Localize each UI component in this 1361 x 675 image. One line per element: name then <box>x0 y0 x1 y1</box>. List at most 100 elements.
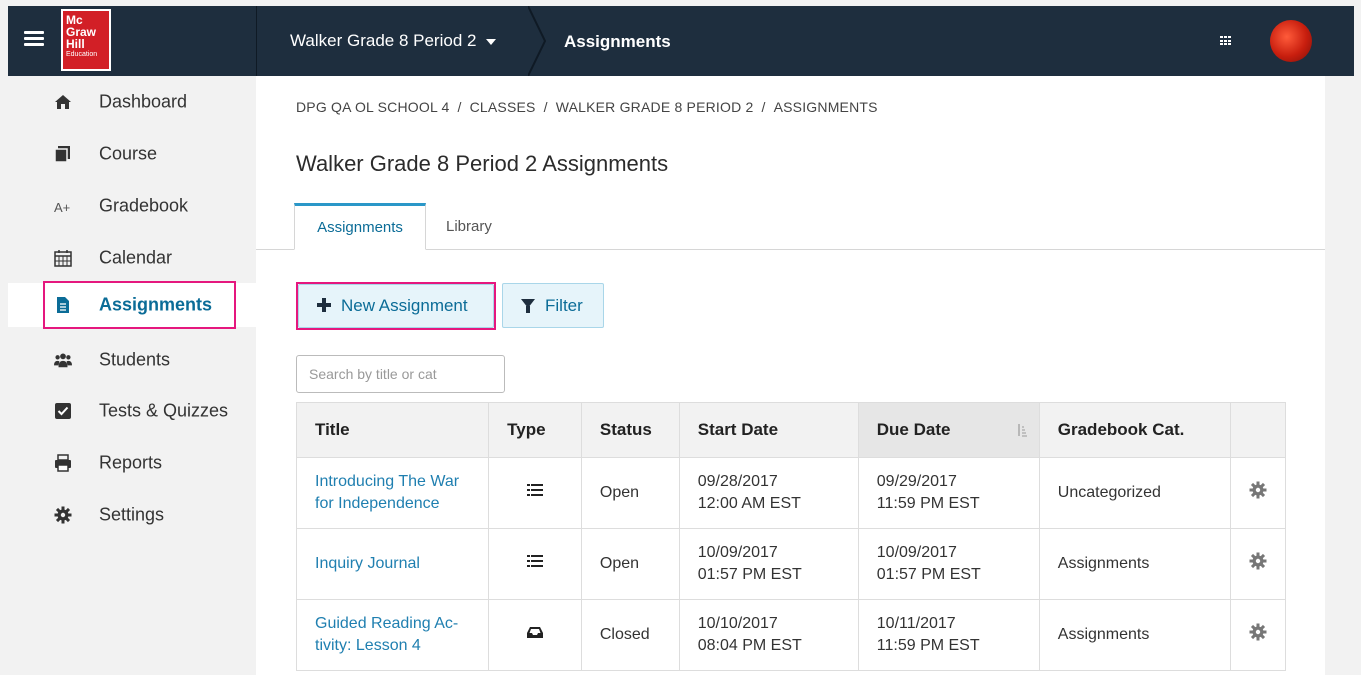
start-date-cell: 09/28/2017 12:00 AM EST <box>678 457 859 529</box>
sidebar: Dashboard Course A+ Gradebook Calendar A… <box>8 76 256 675</box>
gradebook-icon: A+ <box>54 200 70 215</box>
sidebar-item-label: Tests & Quizzes <box>99 400 229 421</box>
actions-cell <box>1229 457 1287 529</box>
sidebar-item-label: Settings <box>99 504 165 525</box>
breadcrumb-chevron-icon <box>528 6 546 76</box>
sidebar-item-gradebook[interactable]: A+ Gradebook <box>8 184 256 228</box>
assignment-title-link[interactable]: Introducing The War for Independence <box>315 473 459 512</box>
filter-label: Filter <box>545 296 583 315</box>
caret-down-icon <box>486 38 497 45</box>
due-date-cell: 09/29/2017 11:59 PM EST <box>857 457 1040 529</box>
status-cell: Open <box>580 528 680 600</box>
breadcrumb-assignments: ASSIGNMENTS <box>773 99 878 115</box>
filter-button[interactable]: Filter <box>502 283 604 328</box>
due-date-cell: 10/11/2017 11:59 PM EST <box>857 599 1040 671</box>
sidebar-item-label: Calendar <box>99 247 173 268</box>
search-input[interactable] <box>296 355 505 393</box>
assignment-title-cell: Inquiry Journal <box>295 528 490 600</box>
breadcrumb-classes[interactable]: CLASSES <box>470 99 536 115</box>
user-avatar[interactable] <box>1270 20 1312 62</box>
users-icon <box>54 353 72 368</box>
sidebar-item-tests-quizzes[interactable]: Tests & Quizzes <box>8 389 256 433</box>
sidebar-item-calendar[interactable]: Calendar <box>8 236 256 280</box>
sidebar-item-settings[interactable]: Settings <box>8 493 256 537</box>
type-cell <box>488 457 582 529</box>
row-settings-gear-icon[interactable] <box>1249 552 1267 570</box>
sidebar-item-course[interactable]: Course <box>8 132 256 176</box>
topbar-divider <box>256 6 257 76</box>
assignment-title-cell: Introducing The War for Independence <box>295 457 490 529</box>
sidebar-item-label: Students <box>99 349 171 370</box>
table-row: Inquiry Journal Open 10/09/2017 01:57 PM … <box>295 528 1287 600</box>
assignment-title-link[interactable]: Inquiry Journal <box>315 555 420 572</box>
class-selector-label: Walker Grade 8 Period 2 <box>290 31 477 50</box>
list-icon <box>527 555 544 567</box>
sidebar-item-label: Assignments <box>99 294 213 315</box>
type-cell <box>488 599 582 671</box>
calendar-icon <box>54 250 72 267</box>
due-date-header-label: Due Date <box>876 420 951 439</box>
mcgraw-hill-logo[interactable]: Mc Graw Hill Education <box>61 9 111 71</box>
column-header-start-date[interactable]: Start Date <box>678 402 859 458</box>
tab-assignments[interactable]: Assignments <box>294 203 426 250</box>
category-cell: Uncategorized <box>1038 457 1231 529</box>
assignments-table: Title Type Status Start Date Due Date Gr… <box>295 402 1287 671</box>
status-cell: Closed <box>580 599 680 671</box>
sidebar-item-reports[interactable]: Reports <box>8 441 256 485</box>
inbox-icon <box>527 627 544 638</box>
home-icon <box>55 95 71 109</box>
svg-text:A+: A+ <box>54 200 70 215</box>
start-date-cell: 10/09/2017 01:57 PM EST <box>678 528 859 600</box>
section-title: Assignments <box>564 32 671 51</box>
status-cell: Open <box>580 457 680 529</box>
sidebar-item-label: Dashboard <box>99 91 188 112</box>
sidebar-item-label: Course <box>99 143 158 164</box>
main-content: DPG QA OL SCHOOL 4/CLASSES / WALKER GRADE … <box>256 76 1325 675</box>
list-icon <box>527 484 544 496</box>
plus-icon <box>317 298 331 312</box>
document-icon <box>57 297 69 313</box>
table-header-row: Title Type Status Start Date Due Date Gr… <box>295 402 1287 458</box>
row-settings-gear-icon[interactable] <box>1249 481 1267 499</box>
type-cell <box>488 528 582 600</box>
sort-ascending-icon <box>1018 424 1027 437</box>
new-assignment-label: New Assignment <box>341 296 468 315</box>
row-settings-gear-icon[interactable] <box>1249 623 1267 641</box>
scrollbar-track[interactable] <box>1325 76 1354 675</box>
category-cell: Assignments <box>1038 599 1231 671</box>
checkbox-icon <box>55 403 71 419</box>
column-header-status[interactable]: Status <box>580 402 680 458</box>
category-cell: Assignments <box>1038 528 1231 600</box>
table-row: Introducing The War for Independence Open… <box>295 457 1287 529</box>
column-header-due-date[interactable]: Due Date <box>857 402 1040 458</box>
page-title: Walker Grade 8 Period 2 Assignments <box>296 151 669 176</box>
sidebar-item-assignments[interactable]: Assignments <box>8 283 256 327</box>
table-row: Guided Reading Ac-tivity: Lesson 4 Close… <box>295 599 1287 671</box>
actions-cell <box>1229 599 1287 671</box>
column-header-type[interactable]: Type <box>488 402 582 458</box>
assignment-title-cell: Guided Reading Ac-tivity: Lesson 4 <box>295 599 490 671</box>
filter-icon <box>521 299 535 313</box>
apps-grid-icon[interactable] <box>1220 36 1232 46</box>
top-bar: Mc Graw Hill Education Walker Grade 8 Pe… <box>8 6 1354 76</box>
new-assignment-button[interactable]: New Assignment <box>298 284 494 328</box>
assignment-title-link[interactable]: Guided Reading Ac-tivity: Lesson 4 <box>315 615 458 654</box>
start-date-cell: 10/10/2017 08:04 PM EST <box>678 599 859 671</box>
column-header-gradebook-cat[interactable]: Gradebook Cat. <box>1038 402 1231 458</box>
breadcrumb-school[interactable]: DPG QA OL SCHOOL 4 <box>296 99 450 115</box>
class-selector[interactable]: Walker Grade 8 Period 2 <box>290 31 497 51</box>
hamburger-menu-icon[interactable] <box>24 28 44 52</box>
column-header-title[interactable]: Title <box>295 402 490 458</box>
sidebar-item-label: Gradebook <box>99 195 189 216</box>
sidebar-item-label: Reports <box>99 452 163 473</box>
gear-icon <box>54 506 72 524</box>
tab-bar: Assignments Library <box>256 203 1325 250</box>
actions-cell <box>1229 528 1287 600</box>
sidebar-item-dashboard[interactable]: Dashboard <box>8 80 256 124</box>
breadcrumb-class[interactable]: WALKER GRADE 8 PERIOD 2 <box>556 99 754 115</box>
printer-icon <box>55 454 71 472</box>
course-icon <box>54 146 70 163</box>
tab-library[interactable]: Library <box>446 203 492 250</box>
due-date-cell: 10/09/2017 01:57 PM EST <box>857 528 1040 600</box>
sidebar-item-students[interactable]: Students <box>8 338 256 382</box>
